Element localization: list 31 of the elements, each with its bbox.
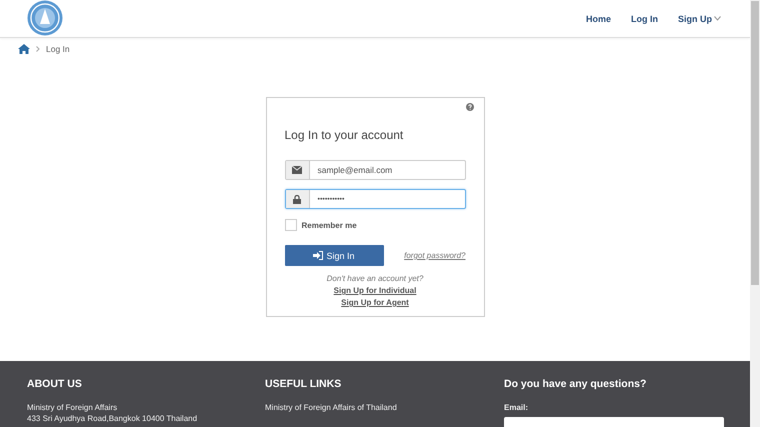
seal-logo[interactable] [27,0,63,36]
footer-heading: ABOUT US [27,378,82,390]
signup-link[interactable]: Sign Up for Individual [334,286,416,295]
lock-icon [293,194,301,204]
nav-link[interactable]: Sign Up [678,14,721,24]
breadcrumb-current: Log In [46,44,70,54]
sign-in-button[interactable]: Sign In [284,245,384,266]
scrollbar[interactable] [750,0,760,427]
remember-label: Remember me [302,220,357,230]
signup-prompt: Don't have an account yet? [326,274,424,283]
email-label: Email: [504,402,528,413]
address-line: 433 Sri Ayudhya Road,Bangkok 10400 Thailand [27,413,198,424]
help-icon[interactable] [466,103,474,111]
address-line: Ministry of Foreign Affairs [27,402,118,413]
sign-in-icon [313,251,324,260]
home-icon[interactable] [18,44,30,54]
forgot-password-link[interactable]: forgot password? [404,251,466,260]
login-title: Log In to your account [284,128,404,142]
scrollbar-thumb[interactable] [751,1,759,285]
signup-link[interactable]: Sign Up for Agent [341,298,409,307]
envelope-icon [292,166,302,174]
footer-link[interactable]: Ministry of Foreign Affairs of Thailand [265,402,397,413]
footer-heading: Do you have any questions? [504,378,646,390]
footer-heading: USEFUL LINKS [265,378,342,390]
email-input[interactable] [504,417,724,427]
remember-checkbox[interactable] [284,219,296,231]
caret-icon [714,16,721,21]
email-field[interactable]: sample@email.com [284,160,466,180]
chevron-icon [36,46,40,52]
nav-link[interactable]: Home [586,14,611,24]
nav-link[interactable]: Log In [631,14,658,24]
